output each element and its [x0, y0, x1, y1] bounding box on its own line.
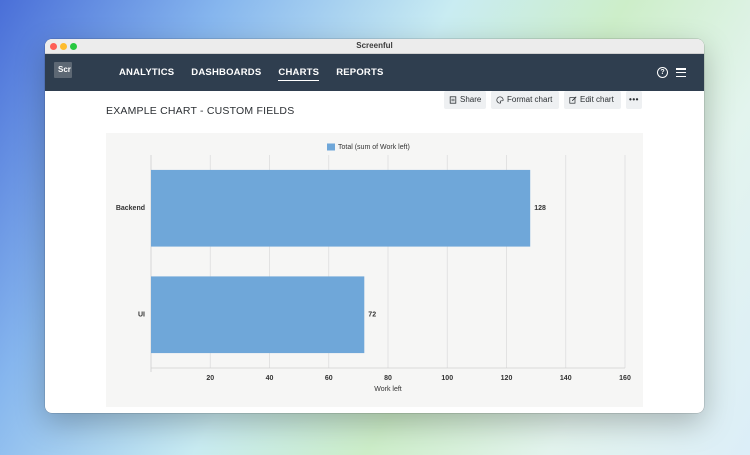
x-tick-label: 100	[441, 375, 453, 382]
bar-chart: 20 40 60 80 100 120 140 160 Work left Total (sum …	[116, 143, 631, 393]
nav-reports[interactable]: REPORTS	[336, 67, 383, 81]
category-label: Backend	[116, 205, 145, 212]
window-title: Screenful	[356, 41, 393, 50]
data-label: 72	[368, 312, 376, 319]
palette-icon	[496, 96, 504, 104]
more-options-button[interactable]: •••	[626, 91, 642, 109]
share-icon	[449, 96, 457, 104]
main-content: EXAMPLE CHART - CUSTOM FIELDS Share Form…	[45, 91, 704, 413]
edit-chart-button[interactable]: Edit chart	[564, 91, 621, 109]
x-tick-label: 120	[501, 375, 513, 382]
hamburger-menu-icon[interactable]	[676, 68, 686, 78]
window-titlebar: Screenful	[45, 39, 704, 54]
data-label: 128	[534, 205, 546, 212]
edit-chart-button-label: Edit chart	[580, 95, 614, 104]
share-button[interactable]: Share	[444, 91, 486, 109]
x-axis-label: Work left	[374, 386, 402, 393]
x-tick-label: 60	[325, 375, 333, 382]
help-icon[interactable]: ?	[657, 67, 668, 78]
bar	[151, 276, 365, 354]
format-chart-button-label: Format chart	[507, 95, 553, 104]
format-chart-button[interactable]: Format chart	[491, 91, 559, 109]
share-button-label: Share	[460, 95, 482, 104]
app-logo[interactable]: Scr	[54, 62, 72, 78]
x-tick-label: 20	[206, 375, 214, 382]
legend-label: Total (sum of Work left)	[338, 144, 410, 151]
x-tick-label: 80	[384, 375, 392, 382]
main-nav: ANALYTICS DASHBOARDS CHARTS REPORTS	[119, 67, 384, 81]
x-tick-label: 160	[619, 375, 631, 382]
x-tick-label: 40	[266, 375, 274, 382]
nav-dashboards[interactable]: DASHBOARDS	[191, 67, 261, 81]
category-label: UI	[138, 312, 145, 319]
edit-icon	[569, 96, 577, 104]
nav-charts[interactable]: CHARTS	[278, 67, 320, 81]
top-navbar: Scr ANALYTICS DASHBOARDS CHARTS REPORTS …	[45, 54, 704, 91]
x-tick-label: 140	[560, 375, 572, 382]
nav-analytics[interactable]: ANALYTICS	[119, 67, 174, 81]
bar	[151, 169, 531, 247]
chart-panel: 20 40 60 80 100 120 140 160 Work left Total (sum …	[106, 133, 643, 407]
page-title: EXAMPLE CHART - CUSTOM FIELDS	[106, 105, 295, 117]
app-window: Screenful Scr ANALYTICS DASHBOARDS CHART…	[45, 39, 704, 413]
legend-swatch	[327, 143, 335, 151]
